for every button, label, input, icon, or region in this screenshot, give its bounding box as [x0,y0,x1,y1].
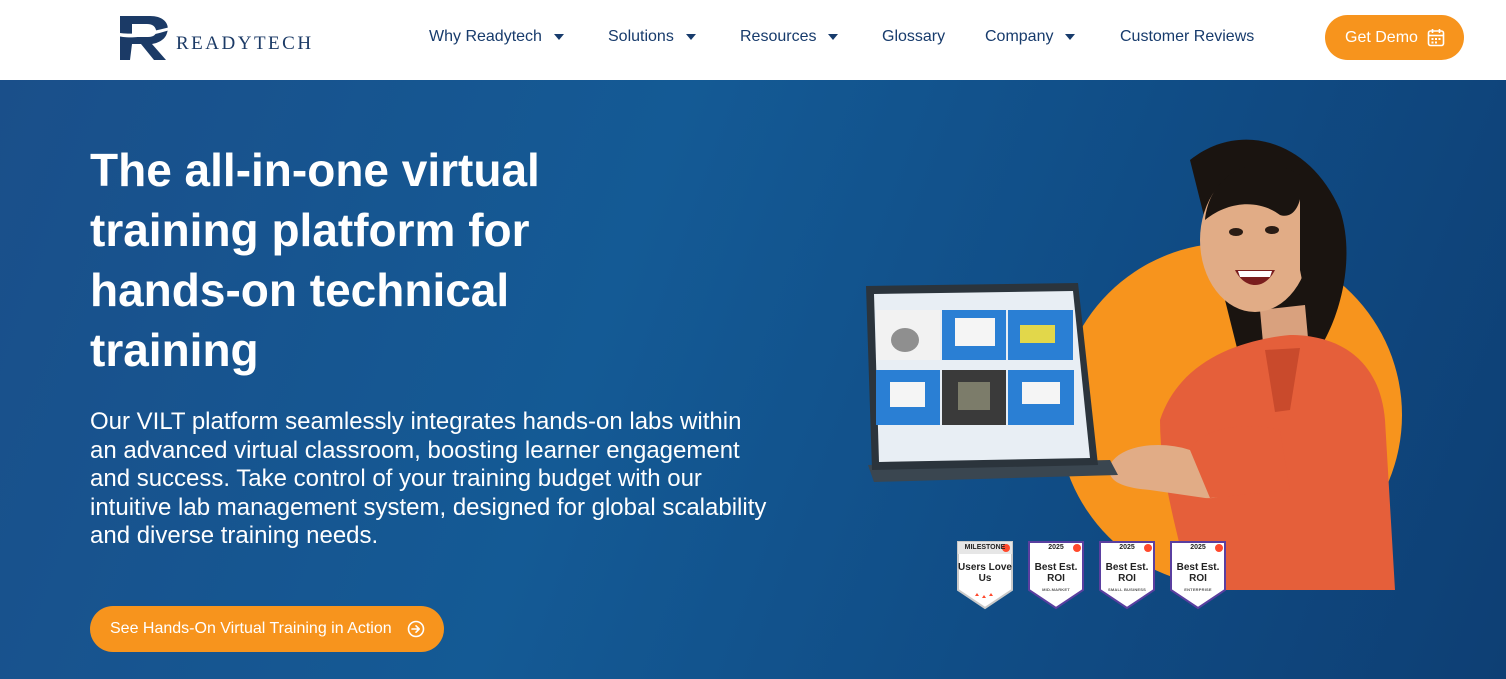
nav-label: Solutions [608,28,674,45]
nav-label: Why Readytech [429,28,542,45]
nav-solutions[interactable]: Solutions [608,28,696,46]
badge-top-label: 2025 [1190,544,1206,551]
hero-title: The all-in-one virtual training platform… [90,144,540,376]
award-badges: MILESTONE Users Love Us 2025 Best Est. R… [955,540,1228,610]
nav-why-readytech[interactable]: Why Readytech [429,28,564,46]
get-demo-label: Get Demo [1345,28,1418,46]
badge-top-label: 2025 [1048,544,1064,551]
badge-main-label: Users Love Us [958,562,1012,584]
badge-sub-label: SMALL BUSINESS [1107,587,1147,592]
badge-main-label: Best Est. ROI [1034,562,1078,584]
badge-top-label: MILESTONE [964,544,1006,551]
cta-label: See Hands-On Virtual Training in Action [110,620,392,637]
logo-wordmark: READYTECH [176,33,314,54]
badge-best-roi-enterprise: 2025 Best Est. ROI ENTERPRISE [1168,540,1228,610]
nav-customer-reviews[interactable]: Customer Reviews [1120,28,1254,46]
calendar-icon [1427,29,1445,47]
site-header: READYTECH Why Readytech Solutions Resour… [0,0,1506,80]
badge-sub-label: MID-MARKET [1042,587,1070,592]
nav-resources[interactable]: Resources [740,28,839,46]
badge-sub-label: ENTERPRISE [1184,587,1212,592]
nav-label: Customer Reviews [1120,28,1255,45]
nav-glossary[interactable]: Glossary [882,28,945,46]
caret-down-icon [685,34,696,40]
caret-down-icon [553,34,564,40]
badge-users-love-us: MILESTONE Users Love Us [955,540,1015,610]
nav-label: Glossary [882,28,946,45]
badge-best-roi-small-business: 2025 Best Est. ROI SMALL BUSINESS [1097,540,1157,610]
badge-main-label: Best Est. ROI [1176,562,1220,584]
see-training-in-action-button[interactable]: See Hands-On Virtual Training in Action [90,606,444,652]
readytech-logo[interactable]: READYTECH [110,13,355,63]
nav-label: Resources [740,28,817,45]
arrow-circle-right-icon [407,620,425,638]
nav-label: Company [985,28,1054,45]
hero-description: Our VILT platform seamlessly integrates … [90,408,767,549]
get-demo-button[interactable]: Get Demo [1325,15,1464,60]
nav-company[interactable]: Company [985,28,1076,46]
caret-down-icon [828,34,839,40]
badge-best-roi-mid-market: 2025 Best Est. ROI MID-MARKET [1026,540,1086,610]
hero-section: The all-in-one virtual training platform… [0,80,1506,679]
badge-main-label: Best Est. ROI [1105,562,1149,584]
logo-r-mark [110,16,170,60]
badge-top-label: 2025 [1119,544,1135,551]
caret-down-icon [1065,34,1076,40]
